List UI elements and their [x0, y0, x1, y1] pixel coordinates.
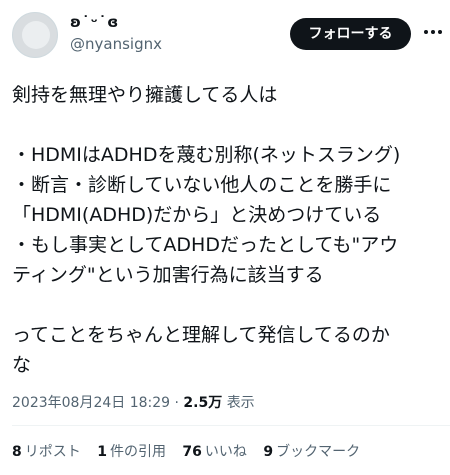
bookmarks-count: 9	[263, 444, 274, 460]
tweet-text: 剣持を無理やり擁護してる人は ・HDMIはADHDを蔑む別称(ネットスラング) …	[12, 80, 446, 380]
tweet-line: な	[12, 354, 32, 376]
avatar-image	[22, 21, 50, 49]
bookmarks-stat[interactable]: 9 ブックマーク	[263, 441, 360, 461]
avatar[interactable]	[12, 12, 58, 58]
tweet-line: ・断言・診断していない他人のことを勝手に	[12, 174, 392, 196]
tweet-line: ・もし事実としてADHDだったとしても"アウ	[12, 234, 399, 256]
follow-button[interactable]: フォローする	[290, 18, 411, 50]
tweet-line: ・HDMIはADHDを蔑む別称(ネットスラング)	[12, 144, 401, 166]
timestamp-link[interactable]: 2023年08月24日 18:29	[12, 395, 170, 411]
quotes-label: 件の引用	[109, 444, 166, 460]
meta-separator: ·	[174, 395, 179, 411]
reposts-label: リポスト	[24, 444, 81, 460]
dot	[424, 30, 428, 34]
likes-label: いいね	[204, 444, 247, 460]
dot	[438, 30, 442, 34]
engagement-stats: 8 リポスト 1 件の引用 76 いいね 9 ブックマーク	[12, 441, 372, 461]
tweet-line: 剣持を無理やり擁護してる人は	[12, 84, 278, 106]
more-options-icon[interactable]	[421, 20, 445, 44]
quotes-count: 1	[97, 444, 107, 460]
tweet-line: ってことをちゃんと理解して発信してるのか	[12, 324, 390, 346]
tweet-card: ʚ˙ᵕ˙ɞ @nyansignx フォローする 剣持を無理やり擁護してる人は ・…	[0, 0, 450, 475]
tweet-line: 「HDMI(ADHD)だから」と決めつけている	[12, 204, 382, 226]
likes-stat[interactable]: 76 いいね	[182, 441, 246, 461]
dot	[431, 30, 435, 34]
tweet-header: ʚ˙ᵕ˙ɞ @nyansignx フォローする	[0, 0, 450, 78]
views-count: 2.5万	[183, 395, 223, 411]
author-handle[interactable]: @nyansignx	[70, 35, 162, 53]
quotes-stat[interactable]: 1 件の引用	[97, 441, 166, 461]
divider	[12, 425, 450, 426]
tweet-meta: 2023年08月24日 18:29 · 2.5万 表示	[12, 392, 255, 412]
author-display-name[interactable]: ʚ˙ᵕ˙ɞ	[70, 13, 119, 31]
tweet-line: ティング"という加害行為に該当する	[12, 264, 324, 286]
likes-count: 76	[182, 444, 202, 460]
reposts-count: 8	[12, 444, 22, 460]
views-label: 表示	[226, 395, 255, 411]
reposts-stat[interactable]: 8 リポスト	[12, 441, 81, 461]
bookmarks-label: ブックマーク	[276, 444, 361, 460]
